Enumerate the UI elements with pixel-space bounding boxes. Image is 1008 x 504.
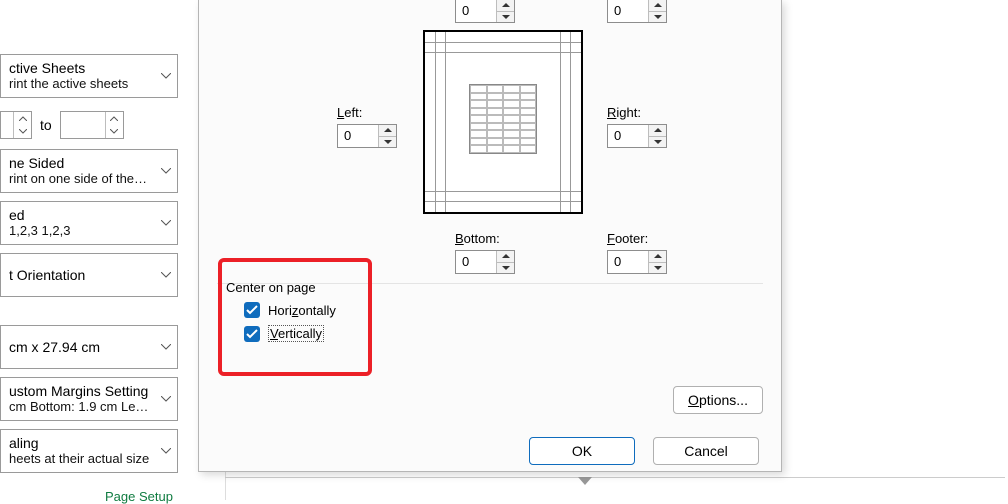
pages-from-spinner[interactable] <box>0 111 32 139</box>
chevron-down-icon <box>161 168 171 174</box>
bottom-margin-spinner[interactable]: 0 <box>455 250 515 274</box>
sublabel: 1,2,3 1,2,3 <box>9 223 169 238</box>
value: 0 <box>608 251 648 273</box>
divider <box>225 477 1005 478</box>
chevron-down-icon <box>161 396 171 402</box>
chevron-down-icon <box>161 220 171 226</box>
bottom-margin-label: Bottom:Bottom: <box>455 231 515 246</box>
sublabel: cm Bottom: 1.9 cm Le… <box>9 399 169 414</box>
options-button[interactable]: Options...Options... <box>673 386 763 414</box>
label: ne Sided <box>9 155 169 171</box>
annotation-highlight <box>218 258 372 376</box>
left-margin-spinner[interactable]: 0 <box>337 124 397 148</box>
value: 0 <box>456 251 496 273</box>
chevron-down-icon <box>161 344 171 350</box>
value: 0 <box>608 125 648 147</box>
label: ustom Margins Setting <box>9 383 169 399</box>
page-setup-link[interactable]: Page Setup <box>105 489 173 504</box>
value: 0 <box>338 125 378 147</box>
to-label: to <box>40 117 52 133</box>
pager-chevron-down-icon[interactable] <box>578 477 592 485</box>
right-margin-label: Right:Right: <box>607 105 667 120</box>
header-margin-spinner[interactable]: 0 <box>607 0 667 23</box>
value: 0 <box>608 0 648 22</box>
sublabel: heets at their actual size <box>9 451 169 466</box>
collate-dropdown[interactable]: ed 1,2,3 1,2,3 <box>0 201 178 245</box>
pages-row: to <box>0 109 178 141</box>
pages-to-spinner[interactable] <box>60 111 124 139</box>
chevron-down-icon <box>161 272 171 278</box>
sublabel: rint on one side of the… <box>9 171 169 186</box>
sides-dropdown[interactable]: ne Sided rint on one side of the… <box>0 149 178 193</box>
paper-size-dropdown[interactable]: cm x 27.94 cm <box>0 325 178 369</box>
orientation-dropdown[interactable]: t Orientation <box>0 253 178 297</box>
label: ed <box>9 207 169 223</box>
top-margin-spinner[interactable]: 0 <box>455 0 515 23</box>
scaling-dropdown[interactable]: aling heets at their actual size <box>0 429 178 473</box>
cancel-button[interactable]: Cancel <box>653 437 759 465</box>
label: ctive Sheets <box>9 60 169 76</box>
sublabel: rint the active sheets <box>9 76 169 91</box>
chevron-down-icon <box>161 448 171 454</box>
label: cm x 27.94 cm <box>9 331 169 355</box>
chevron-down-icon <box>161 73 171 79</box>
value: 0 <box>456 0 496 22</box>
print-what-dropdown[interactable]: ctive Sheets rint the active sheets <box>0 54 178 98</box>
footer-margin-spinner[interactable]: 0 <box>607 250 667 274</box>
margins-dropdown[interactable]: ustom Margins Setting cm Bottom: 1.9 cm … <box>0 377 178 421</box>
right-margin-spinner[interactable]: 0 <box>607 124 667 148</box>
left-margin-label: LLeft:eft: <box>337 105 397 120</box>
footer-margin-label: Footer:Footer: <box>607 231 667 246</box>
label: aling <box>9 435 169 451</box>
page-setup-dialog: 0 0 LLeft:eft: 0 Right:Right: 0 Bottom:B… <box>198 0 782 472</box>
page-preview-graphic <box>423 30 583 214</box>
label: t Orientation <box>9 259 169 283</box>
ok-button[interactable]: OK <box>529 437 635 465</box>
print-settings-column: ctive Sheets rint the active sheets to n… <box>0 0 192 500</box>
